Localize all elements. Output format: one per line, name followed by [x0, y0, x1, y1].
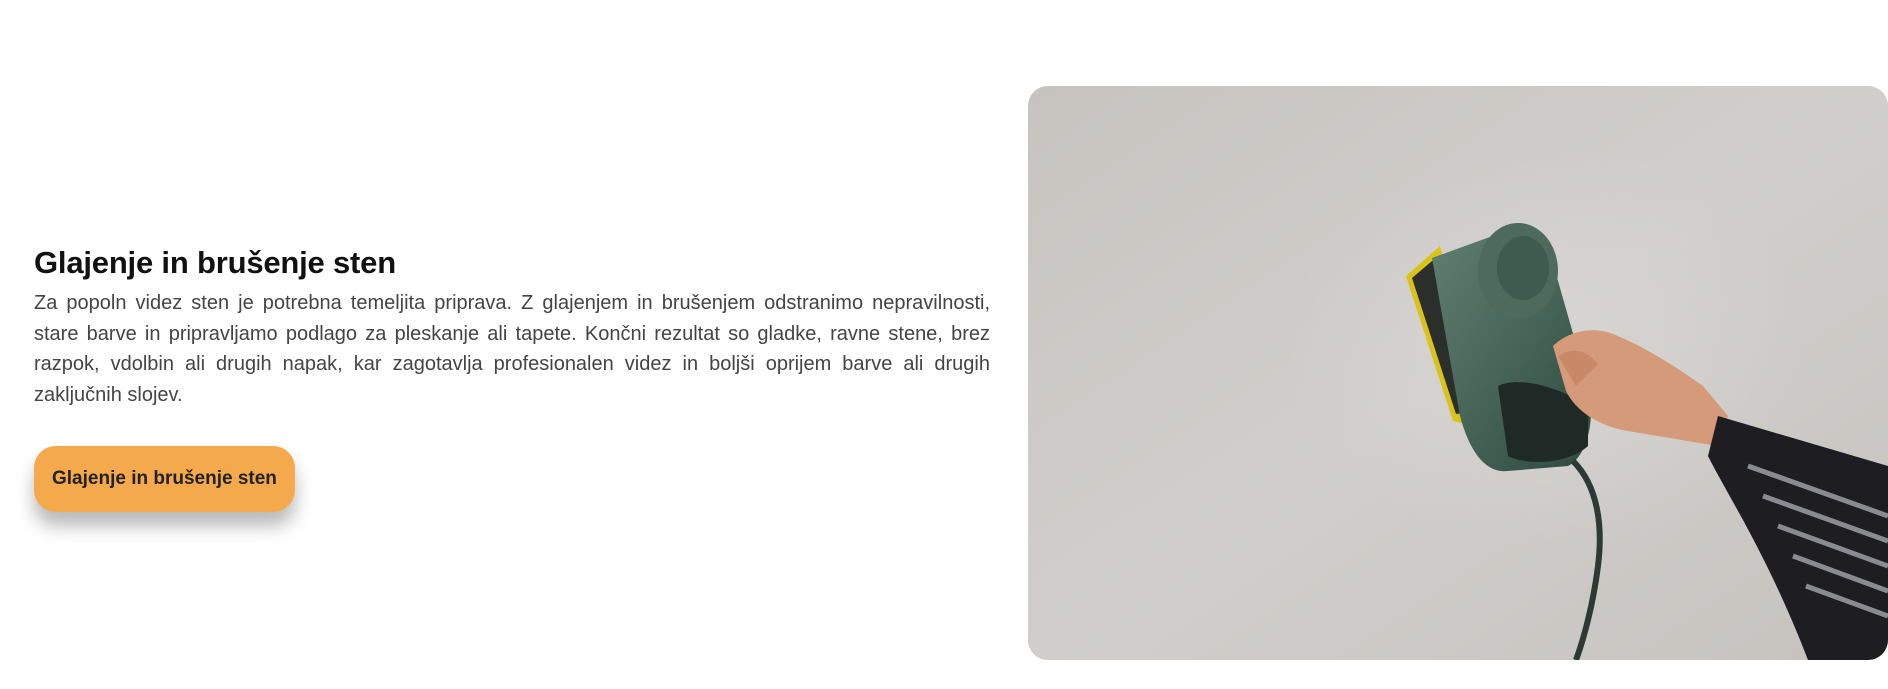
section-description: Za popoln videz sten je potrebna temelji… — [34, 292, 990, 406]
sander-photo — [1028, 86, 1888, 660]
page: Glajenje in brušenje sten Za popoln vide… — [0, 0, 1888, 689]
section-title: Glajenje in brušenje sten — [34, 245, 396, 280]
text-column: Glajenje in brušenje sten Za popoln vide… — [34, 240, 990, 410]
service-button[interactable]: Glajenje in brušenje sten — [34, 446, 295, 512]
sander-illustration — [1028, 86, 1888, 660]
